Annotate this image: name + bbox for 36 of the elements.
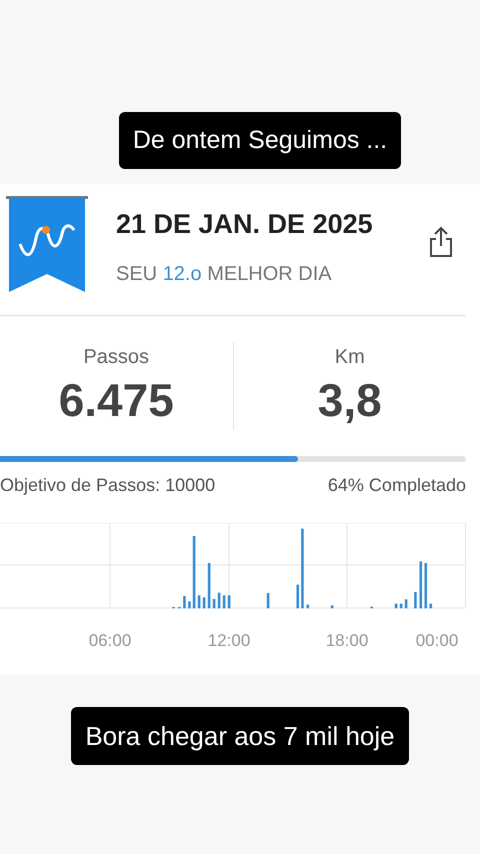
chart-bar — [330, 605, 334, 608]
chart-bar — [228, 595, 230, 608]
chart-bar — [183, 596, 186, 608]
chart-bar — [208, 563, 210, 608]
axis-label: 00:00 — [416, 630, 458, 652]
axis-label: 12:00 — [208, 630, 250, 652]
chart-bar — [198, 595, 200, 608]
chart-bar — [296, 584, 300, 608]
chart-bar — [419, 561, 422, 608]
chart-bar — [212, 599, 216, 608]
chart-bar — [424, 563, 428, 608]
chart-bar — [188, 601, 191, 608]
completed-label: 64% Completado — [328, 474, 466, 497]
chart-bar — [202, 597, 206, 608]
stat-label: Km — [334, 345, 365, 370]
chart-bar — [400, 604, 402, 608]
best-day-subtitle: SEU 12.o MELHOR DIA — [116, 262, 333, 286]
chart-bar — [429, 604, 432, 608]
chart-bar — [218, 592, 220, 608]
chart-bar — [404, 599, 408, 608]
chart-bar — [414, 592, 417, 608]
chart-bar — [394, 604, 398, 608]
goal-label: Objetivo de Passos: 10000 — [0, 474, 216, 497]
share-icon[interactable] — [428, 226, 454, 258]
stat-value: 3,8 — [318, 373, 382, 428]
story-caption: De ontem Seguimos ... — [118, 112, 402, 169]
axis-label: 06:00 — [88, 630, 132, 652]
chart-bar — [222, 595, 226, 608]
ribbon-badge-icon — [6, 194, 88, 292]
date-title: 21 DE JAN. DE 2025 — [116, 208, 373, 241]
story-caption: Bora chegar aos 7 mil hoje — [71, 707, 409, 765]
stat-value: 6.475 — [58, 373, 174, 428]
axis-label: 18:00 — [326, 630, 368, 652]
chart-bar — [266, 593, 270, 608]
chart-bar — [306, 604, 310, 608]
stat-label: Passos — [83, 345, 150, 370]
